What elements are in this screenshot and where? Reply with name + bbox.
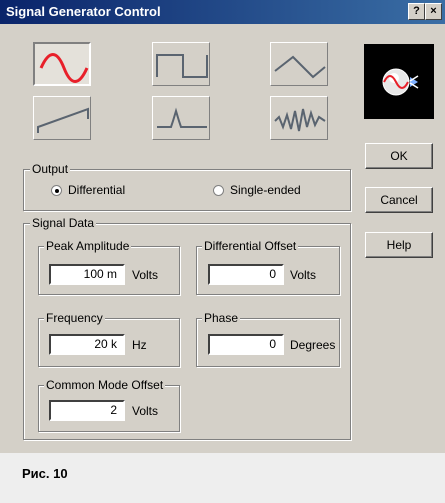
caption-band: Рис. 10: [0, 453, 445, 503]
figure-caption: Рис. 10: [22, 466, 68, 481]
signal-generator-dialog: Signal Generator Control ? × OK Cancel H…: [0, 0, 445, 453]
square-wave-icon: [156, 54, 208, 78]
close-button[interactable]: ×: [425, 3, 442, 20]
peak-amplitude-label: Peak Amplitude: [44, 239, 132, 253]
differential-radio[interactable]: [51, 185, 62, 196]
square-wave-button[interactable]: [152, 42, 210, 86]
pulse-wave-icon: [157, 107, 207, 128]
title-bar[interactable]: Signal Generator Control ? ×: [0, 0, 445, 24]
differential-offset-field[interactable]: 0: [208, 264, 284, 285]
peak-amplitude-unit: Volts: [132, 268, 159, 282]
ok-button[interactable]: OK: [365, 143, 433, 169]
noise-wave-button[interactable]: [270, 96, 328, 140]
triangle-wave-button[interactable]: [270, 42, 328, 86]
pulse-wave-button[interactable]: [152, 96, 210, 140]
output-group-label: Output: [30, 162, 71, 176]
differential-offset-unit: Volts: [290, 268, 317, 282]
help-title-button[interactable]: ?: [408, 3, 425, 20]
sine-wave-button[interactable]: [33, 42, 91, 86]
noise-wave-icon: [274, 108, 326, 132]
frequency-unit: Hz: [132, 338, 147, 352]
cancel-button[interactable]: Cancel: [365, 187, 433, 213]
phase-field[interactable]: 0: [208, 334, 284, 355]
triangle-wave-icon: [274, 55, 326, 79]
sawtooth-wave-icon: [37, 107, 89, 133]
phase-unit: Degrees: [290, 338, 336, 352]
differential-offset-label: Differential Offset: [202, 239, 299, 253]
peak-amplitude-field[interactable]: 100 m: [49, 264, 125, 285]
window-title: Signal Generator Control: [6, 4, 161, 19]
common-mode-offset-label: Common Mode Offset: [44, 378, 166, 392]
single-ended-label[interactable]: Single-ended: [230, 183, 301, 197]
single-ended-radio[interactable]: [213, 185, 224, 196]
sine-wave-icon: [39, 53, 89, 83]
sawtooth-wave-button[interactable]: [33, 96, 91, 140]
frequency-field[interactable]: 20 k: [49, 334, 125, 355]
signal-data-group-label: Signal Data: [30, 216, 97, 230]
help-button[interactable]: Help: [365, 232, 433, 258]
phase-label: Phase: [202, 311, 241, 325]
frequency-label: Frequency: [44, 311, 105, 325]
signal-generator-icon: [382, 68, 419, 96]
signal-generator-logo: [364, 44, 434, 119]
common-mode-offset-field[interactable]: 2: [49, 400, 125, 421]
common-mode-offset-unit: Volts: [132, 404, 159, 418]
differential-label[interactable]: Differential: [68, 183, 125, 197]
